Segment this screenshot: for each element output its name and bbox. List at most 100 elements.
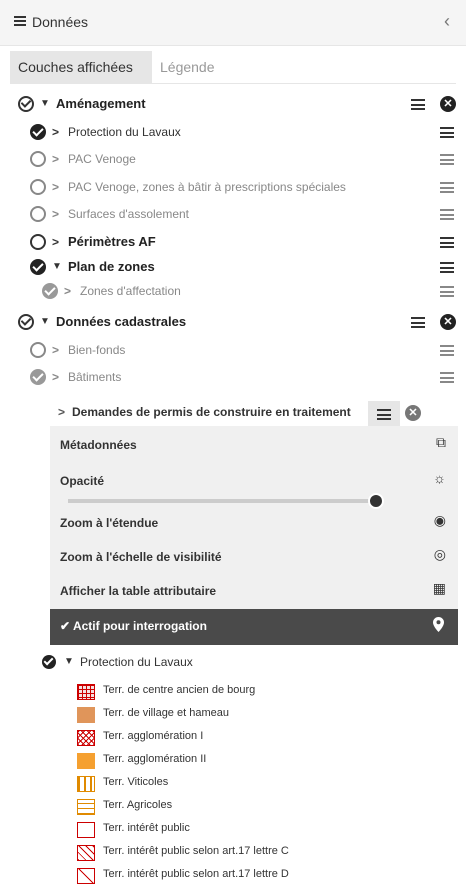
tab-divider — [10, 83, 456, 84]
checked-icon[interactable] — [42, 655, 56, 669]
layer-row[interactable]: > Périmètres AF — [0, 231, 466, 253]
diagonal-hatch-swatch-icon — [77, 845, 95, 861]
vertical-stripe-swatch-icon — [77, 776, 95, 792]
layer-row[interactable]: > PAC Venoge — [0, 148, 466, 170]
close-icon[interactable]: ✕ — [440, 96, 456, 112]
tab-legend[interactable]: Légende — [152, 51, 223, 83]
layer-checkbox-icon[interactable] — [30, 124, 46, 140]
layer-row[interactable]: > Protection du Lavaux — [0, 121, 466, 143]
legend-item: Terr. Agricoles — [77, 798, 437, 816]
menu-icon[interactable] — [440, 209, 454, 220]
legend-item: Terr. intérêt public selon art.17 lettre… — [77, 867, 437, 885]
layer-checkbox-icon[interactable] — [30, 342, 46, 358]
opacity-slider-handle[interactable] — [368, 493, 384, 509]
layer-checkbox-icon[interactable] — [30, 369, 46, 385]
active-query-toggle[interactable]: ✔ Actif pour interrogation — [50, 609, 458, 645]
layer-label: Plan de zones — [68, 259, 155, 274]
chevron-down-icon[interactable]: ▼ — [40, 93, 50, 115]
map-pin-icon — [433, 617, 444, 632]
layer-label: PAC Venoge — [68, 152, 136, 166]
chevron-right-icon[interactable]: > — [64, 280, 71, 302]
legend-item: Terr. intérêt public selon art.17 lettre… — [77, 844, 437, 862]
layer-row[interactable]: > Zones d'affectation — [0, 280, 466, 302]
layer-row[interactable]: > PAC Venoge, zones à bâtir à prescriptio… — [0, 176, 466, 198]
opacity-slider-track[interactable] — [68, 499, 378, 503]
layer-checkbox-icon[interactable] — [42, 283, 58, 299]
menu-icon[interactable] — [411, 317, 425, 328]
zoom-scale-option[interactable]: Zoom à l'échelle de visibilité — [60, 550, 222, 564]
legend-item-label: Terr. agglomération I — [103, 730, 204, 742]
layer-label: Périmètres AF — [68, 234, 156, 249]
chevron-right-icon[interactable]: > — [52, 366, 59, 388]
layer-label: Aménagement — [56, 96, 146, 111]
legend-item: Terr. de village et hameau — [77, 706, 437, 724]
layer-label: PAC Venoge, zones à bâtir à prescription… — [68, 180, 346, 194]
layer-checkbox-icon[interactable] — [30, 206, 46, 222]
layer-row[interactable]: > Bien-fonds — [0, 339, 466, 361]
legend-item-label: Terr. Viticoles — [103, 776, 169, 788]
menu-icon[interactable] — [440, 372, 454, 383]
chevron-right-icon[interactable]: > — [58, 405, 65, 419]
legend-item-label: Terr. de centre ancien de bourg — [103, 684, 256, 696]
panel-title: Données — [32, 14, 89, 30]
layer-row[interactable]: > Surfaces d'assolement — [0, 203, 466, 225]
layer-options: Métadonnées ⧉ Opacité ☼ Zoom à l'étendue… — [50, 426, 458, 645]
eye-icon[interactable]: ◎ — [434, 546, 446, 563]
table-icon[interactable]: ▦ — [433, 580, 446, 597]
menu-icon[interactable] — [440, 237, 454, 248]
metadata-option[interactable]: Métadonnées — [60, 438, 137, 452]
chevron-right-icon[interactable]: > — [52, 203, 59, 225]
legend-item: Terr. de centre ancien de bourg — [77, 683, 437, 701]
legend-item: Terr. intérêt public — [77, 821, 437, 839]
layer-context-panel: > Demandes de permis de construire en tr… — [50, 401, 458, 645]
list-icon — [14, 16, 26, 26]
empty-swatch-icon — [77, 822, 95, 838]
layer-row[interactable]: ▼ Aménagement ✕ — [0, 93, 466, 115]
layer-checkbox-icon[interactable] — [18, 314, 34, 330]
grid-pattern-swatch-icon — [77, 684, 95, 700]
legend-item: Terr. Viticoles — [77, 775, 437, 793]
legend-group-label: Protection du Lavaux — [80, 655, 193, 669]
zoom-extent-option[interactable]: Zoom à l'étendue — [60, 516, 158, 530]
menu-icon[interactable] — [440, 182, 454, 193]
legend-group-row[interactable]: ▼ Protection du Lavaux — [42, 651, 442, 673]
menu-icon[interactable] — [440, 345, 454, 356]
legend-item-label: Terr. de village et hameau — [103, 707, 229, 719]
layer-row[interactable]: ▼ Plan de zones — [0, 256, 466, 278]
active-query-label: ✔ Actif pour interrogation — [60, 619, 207, 633]
layer-row[interactable]: ▼ Données cadastrales ✕ — [0, 311, 466, 333]
chevron-right-icon[interactable]: > — [52, 339, 59, 361]
menu-icon[interactable] — [440, 262, 454, 273]
layer-checkbox-icon[interactable] — [18, 96, 34, 112]
layer-checkbox-icon[interactable] — [30, 259, 46, 275]
layer-checkbox-icon[interactable] — [30, 179, 46, 195]
chevron-down-icon[interactable]: ▼ — [64, 651, 74, 673]
menu-icon[interactable] — [440, 154, 454, 165]
tab-displayed-layers[interactable]: Couches affichées — [10, 51, 152, 83]
chevron-right-icon[interactable]: > — [52, 148, 59, 170]
close-icon[interactable]: ✕ — [405, 405, 421, 421]
panel-layer-title: Demandes de permis de construire en trai… — [72, 405, 351, 419]
layer-checkbox-icon[interactable] — [30, 234, 46, 250]
layer-label: Protection du Lavaux — [68, 125, 181, 139]
menu-button[interactable] — [368, 401, 400, 426]
chevron-right-icon[interactable]: > — [52, 176, 59, 198]
document-icon[interactable]: ⧉ — [436, 434, 446, 451]
layer-row[interactable]: > Bâtiments — [0, 366, 466, 388]
globe-icon[interactable]: ◉ — [434, 512, 446, 529]
chevron-right-icon[interactable]: > — [52, 231, 59, 253]
menu-icon[interactable] — [440, 127, 454, 138]
close-icon[interactable]: ✕ — [440, 314, 456, 330]
chevron-right-icon[interactable]: > — [52, 121, 59, 143]
menu-icon[interactable] — [411, 99, 425, 110]
layer-label: Zones d'affectation — [80, 284, 181, 298]
brightness-icon: ☼ — [433, 470, 446, 486]
chevron-down-icon[interactable]: ▼ — [40, 311, 50, 333]
chevron-down-icon[interactable]: ▼ — [52, 256, 62, 278]
legend-item-label: Terr. intérêt public selon art.17 lettre… — [103, 845, 289, 857]
menu-icon[interactable] — [440, 286, 454, 297]
chevron-left-icon[interactable]: ‹ — [444, 11, 450, 32]
attribute-table-option[interactable]: Afficher la table attributaire — [60, 584, 216, 598]
horizontal-stripe-swatch-icon — [77, 799, 95, 815]
layer-checkbox-icon[interactable] — [30, 151, 46, 167]
